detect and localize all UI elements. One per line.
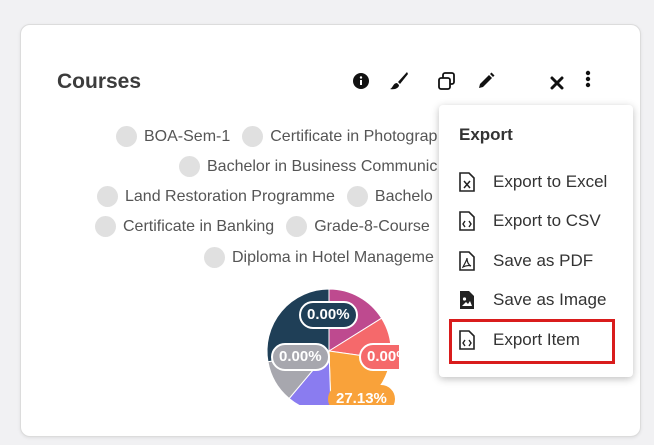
- legend-dot: [286, 216, 308, 237]
- legend-item[interactable]: Grade-8-Course: [286, 216, 430, 237]
- legend-dot: [97, 186, 118, 207]
- legend-row: Certificate in Banking Grade-8-Course: [95, 216, 442, 237]
- export-menu-title: Export: [459, 125, 513, 144]
- legend-item[interactable]: BOA-Sem-1: [116, 126, 230, 147]
- legend-dot: [204, 247, 225, 268]
- legend-dot: [95, 216, 116, 237]
- pie-slice-label: 0.00%: [271, 343, 330, 371]
- legend-dot: [242, 126, 264, 147]
- export-item-item[interactable]: Export Item: [439, 321, 633, 359]
- info-icon[interactable]: [349, 69, 373, 93]
- pie-slice-label: 0.00%: [299, 301, 358, 329]
- legend-dot: [346, 186, 368, 207]
- legend-row: BOA-Sem-1 Certificate in Photograp: [116, 126, 449, 147]
- widget-title: Courses: [57, 70, 142, 93]
- legend-row: Diploma in Hotel Manageme: [204, 247, 446, 268]
- legend-item[interactable]: Bachelor in Business Communic: [179, 156, 437, 177]
- export-menu: Export Export to Excel Export to CSV Sav…: [439, 105, 633, 377]
- export-to-csv-item[interactable]: Export to CSV: [439, 202, 633, 240]
- legend-item[interactable]: Certificate in Banking: [95, 216, 274, 237]
- clone-icon[interactable]: [435, 69, 459, 93]
- save-as-pdf-item[interactable]: Save as PDF: [439, 242, 633, 280]
- code-file-icon: [457, 329, 477, 351]
- legend-item[interactable]: Certificate in Photograp: [242, 126, 437, 147]
- image-file-icon: [457, 289, 477, 311]
- legend-dot: [116, 126, 137, 147]
- export-to-excel-item[interactable]: Export to Excel: [439, 163, 633, 201]
- legend-dot: [179, 156, 200, 177]
- legend-item[interactable]: Land Restoration Programme: [97, 186, 335, 207]
- more-vertical-icon[interactable]: [576, 67, 600, 91]
- excel-file-icon: [457, 171, 477, 193]
- pdf-file-icon: [457, 250, 477, 272]
- save-as-image-item[interactable]: Save as Image: [439, 281, 633, 319]
- csv-file-icon: [457, 210, 477, 232]
- pie-chart: 0.00% 0.00% 0.00% 27.13%: [259, 281, 399, 405]
- legend-item[interactable]: Diploma in Hotel Manageme: [204, 247, 434, 268]
- close-icon[interactable]: [545, 71, 569, 95]
- pie-slice-label: 27.13%: [328, 385, 395, 405]
- paintbrush-icon[interactable]: [387, 69, 411, 93]
- legend-row: Bachelor in Business Communic: [179, 156, 449, 177]
- pie-slice-label: 0.00%: [359, 343, 399, 371]
- legend-row: Land Restoration Programme Bachelo: [97, 186, 445, 207]
- legend-item[interactable]: Bachelo: [346, 186, 433, 207]
- pencil-icon[interactable]: [474, 69, 498, 93]
